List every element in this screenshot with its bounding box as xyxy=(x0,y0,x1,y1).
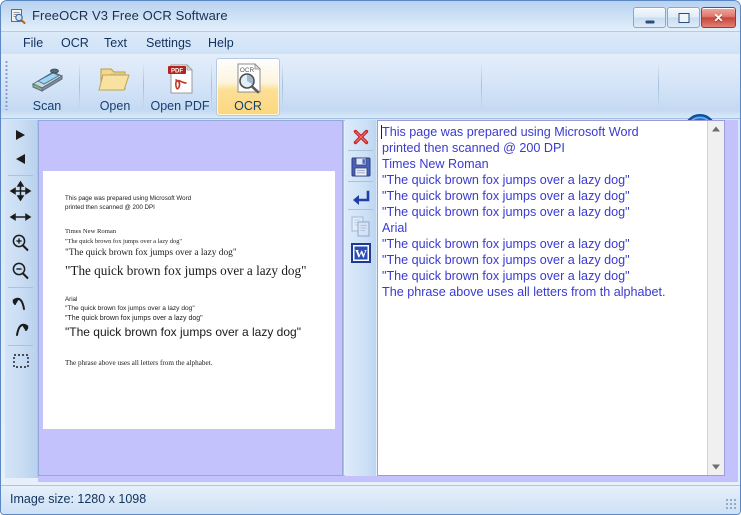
ocr-button-label: OCR xyxy=(234,99,262,113)
menu-ocr[interactable]: OCR xyxy=(55,35,95,52)
triangle-down-icon xyxy=(712,464,720,470)
zoom-out-tool-button[interactable] xyxy=(7,260,34,282)
toolbar-separator xyxy=(282,62,283,110)
menu-bar: File OCR Text Settings Help xyxy=(1,32,740,54)
svg-text:PDF: PDF xyxy=(171,69,183,75)
window-title: FreeOCR V3 Free OCR Software xyxy=(32,8,228,23)
page-text-line: The phrase above uses all letters from t… xyxy=(65,359,213,367)
previous-page-arrow-button[interactable] xyxy=(7,148,34,170)
maximize-icon xyxy=(678,12,689,23)
menu-file[interactable]: File xyxy=(17,35,49,52)
resize-grip[interactable] xyxy=(725,498,738,511)
fit-width-tool-button[interactable] xyxy=(7,206,34,228)
main-toolbar: Scan Open PDF Open PDF OCR OCR xyxy=(1,54,740,167)
text-actions-strip: W xyxy=(345,120,376,476)
scan-button-label: Scan xyxy=(32,99,62,113)
ocr-text-pane[interactable]: This page was prepared using Microsoft W… xyxy=(377,120,725,476)
minimize-icon xyxy=(645,20,654,23)
minimize-button[interactable] xyxy=(633,7,666,28)
page-text-line: "The quick brown fox jumps over a lazy d… xyxy=(65,238,183,245)
open-pdf-button-label: Open PDF xyxy=(150,99,210,113)
toolbar-separator xyxy=(658,62,659,110)
copy-text-button[interactable] xyxy=(348,213,374,239)
scanner-icon xyxy=(29,62,65,96)
clear-text-button[interactable] xyxy=(348,124,374,150)
action-separator xyxy=(348,181,373,182)
open-button[interactable]: Open xyxy=(83,58,147,116)
scan-button[interactable]: Scan xyxy=(15,58,79,116)
page-text-line: "The quick brown fox jumps over a lazy d… xyxy=(65,248,237,258)
image-tools-strip xyxy=(5,120,38,478)
pane-bottom-edge xyxy=(38,476,738,482)
open-folder-icon xyxy=(97,62,133,96)
pdf-file-icon: PDF xyxy=(162,62,198,96)
menu-text[interactable]: Text xyxy=(98,35,133,52)
svg-text:OCR: OCR xyxy=(240,67,255,74)
page-text-line: "The quick brown fox jumps over a lazy d… xyxy=(65,305,195,312)
pan-move-tool-button[interactable] xyxy=(7,180,34,202)
scanned-page-image: This page was prepared using Microsoft W… xyxy=(43,171,335,429)
application-window: FreeOCR V3 Free OCR Software ✕ File OCR … xyxy=(0,0,741,515)
ocr-button[interactable]: OCR OCR xyxy=(216,58,280,116)
rotate-right-tool-button[interactable] xyxy=(7,318,34,340)
svg-text:W: W xyxy=(355,247,367,261)
tool-separator xyxy=(8,345,33,346)
status-bar: Image size: 1280 x 1098 xyxy=(1,485,740,514)
open-button-label: Open xyxy=(99,99,131,113)
page-text-line: "The quick brown fox jumps over a lazy d… xyxy=(65,325,301,339)
action-separator xyxy=(348,209,373,210)
open-pdf-button[interactable]: PDF Open PDF xyxy=(148,58,212,116)
maximize-button[interactable] xyxy=(667,7,700,28)
toolbar-separator xyxy=(79,62,80,110)
tool-separator xyxy=(8,287,33,288)
tool-separator xyxy=(8,175,33,176)
scanner-document-icon xyxy=(10,8,26,24)
ocr-text-output[interactable]: This page was prepared using Microsoft W… xyxy=(382,124,705,300)
menu-help[interactable]: Help xyxy=(202,35,240,52)
work-area: This page was prepared using Microsoft W… xyxy=(1,118,740,486)
close-button[interactable]: ✕ xyxy=(701,7,736,28)
title-bar: FreeOCR V3 Free OCR Software ✕ xyxy=(1,1,740,32)
page-text-line: Times New Roman xyxy=(65,228,117,235)
select-region-tool-button[interactable] xyxy=(7,350,34,372)
page-text-line: printed then scanned @ 200 DPI xyxy=(65,204,155,211)
ocr-magnifier-icon: OCR xyxy=(230,62,266,96)
action-separator xyxy=(348,150,373,151)
menu-settings[interactable]: Settings xyxy=(140,35,197,52)
rotate-left-tool-button[interactable] xyxy=(7,292,34,314)
save-text-button[interactable] xyxy=(348,154,374,180)
toolbar-separator xyxy=(481,62,482,110)
ocr-text-scrollbar[interactable] xyxy=(707,121,724,475)
image-preview-pane[interactable]: This page was prepared using Microsoft W… xyxy=(38,120,343,476)
pane-right-edge xyxy=(725,120,738,476)
page-text-line: Arial xyxy=(65,296,78,303)
scroll-up-arrow[interactable] xyxy=(708,121,724,137)
toolbar-grip[interactable] xyxy=(5,60,8,110)
page-text-line: "The quick brown fox jumps over a lazy d… xyxy=(65,263,307,278)
next-page-arrow-button[interactable] xyxy=(7,124,34,146)
close-icon: ✕ xyxy=(713,10,724,25)
page-text-line: "The quick brown fox jumps over a lazy d… xyxy=(65,315,203,322)
triangle-up-icon xyxy=(712,126,720,132)
image-size-status: Image size: 1280 x 1098 xyxy=(10,492,147,506)
scroll-down-arrow[interactable] xyxy=(708,459,724,475)
zoom-in-tool-button[interactable] xyxy=(7,232,34,254)
page-text-line: This page was prepared using Microsoft W… xyxy=(65,195,192,202)
export-to-word-button[interactable]: W xyxy=(348,240,374,266)
